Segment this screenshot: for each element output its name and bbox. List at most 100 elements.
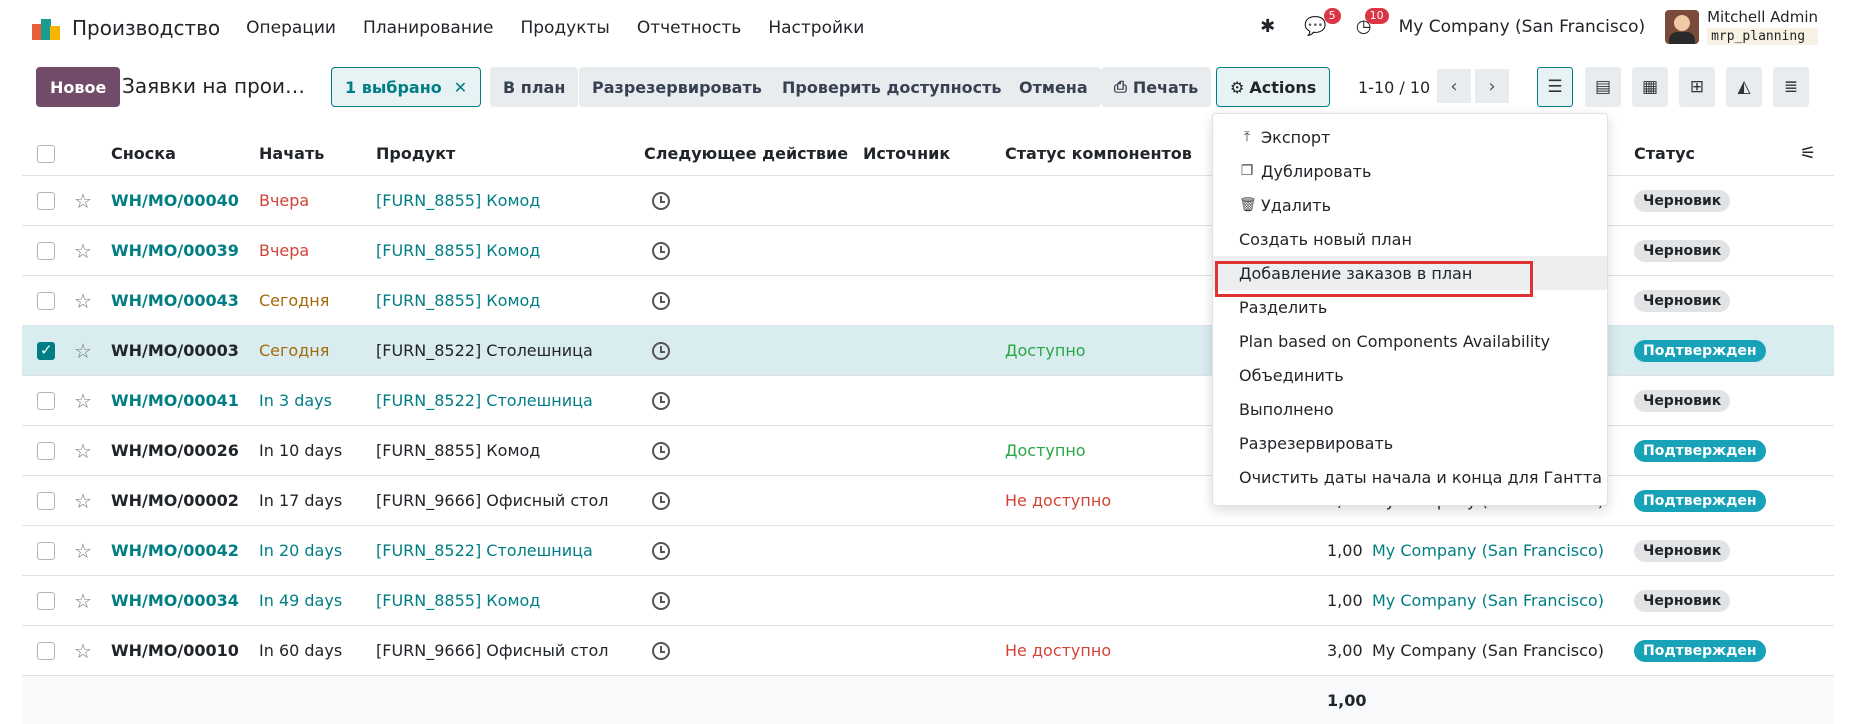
- row-checkbox[interactable]: [37, 241, 55, 260]
- clear-selection-icon[interactable]: ✕: [454, 78, 467, 97]
- selected-count-button[interactable]: 1 выбрано ✕: [331, 67, 482, 107]
- col-source[interactable]: Источник: [863, 132, 950, 175]
- menu-settings[interactable]: Настройки: [768, 18, 864, 38]
- action-item-3[interactable]: Создать новый план: [1213, 222, 1607, 256]
- col-components-status[interactable]: Статус компонентов: [1005, 132, 1192, 175]
- action-item-0[interactable]: ⤒ Экспорт: [1213, 120, 1607, 154]
- star-icon[interactable]: ☆: [74, 526, 92, 575]
- row-product[interactable]: [FURN_8855] Комод: [376, 276, 540, 325]
- actions-button[interactable]: ⚙ Actions: [1216, 67, 1331, 107]
- action-item-7[interactable]: Объединить: [1213, 358, 1607, 392]
- col-reference[interactable]: Сноска: [111, 132, 176, 175]
- row-reference[interactable]: WH/MO/00040: [111, 176, 239, 225]
- action-item-6[interactable]: Plan based on Components Availability: [1213, 324, 1607, 358]
- user-menu[interactable]: Mitchell Admin mrp_planning: [1707, 8, 1818, 45]
- cancel-button[interactable]: Отмена: [1006, 67, 1101, 107]
- activity-clock-icon[interactable]: [652, 291, 670, 310]
- row-product[interactable]: [FURN_8855] Комод: [376, 226, 540, 275]
- row-product[interactable]: [FURN_8522] Столешница: [376, 376, 593, 425]
- activity-clock-icon[interactable]: [652, 541, 670, 560]
- action-label: Выполнено: [1239, 399, 1334, 419]
- company-switcher[interactable]: My Company (San Francisco): [1399, 17, 1645, 37]
- row-checkbox[interactable]: [37, 491, 55, 510]
- graph-view-icon[interactable]: ◭: [1726, 67, 1762, 107]
- row-checkbox[interactable]: [37, 391, 55, 410]
- row-checkbox[interactable]: [37, 191, 55, 210]
- row-reference[interactable]: WH/MO/00041: [111, 376, 239, 425]
- action-item-1[interactable]: ❐ Дублировать: [1213, 154, 1607, 188]
- activity-clock-icon[interactable]: [652, 491, 670, 510]
- table-row[interactable]: ☆ WH/MO/00010 In 60 days [FURN_9666] Офисны…: [22, 626, 1834, 676]
- table-row[interactable]: ☆ WH/MO/00042 In 20 days [FURN_8522] Столеш…: [22, 526, 1834, 576]
- debug-bug-icon[interactable]: ✱: [1255, 14, 1281, 40]
- plan-button[interactable]: В план: [490, 67, 579, 107]
- calendar-view-icon[interactable]: ▦: [1632, 67, 1668, 107]
- pager-value[interactable]: 1-10 / 10: [1358, 78, 1430, 97]
- row-reference[interactable]: WH/MO/00043: [111, 276, 239, 325]
- col-product[interactable]: Продукт: [376, 132, 455, 175]
- menu-planning[interactable]: Планирование: [363, 18, 493, 38]
- star-icon[interactable]: ☆: [74, 376, 92, 425]
- row-product[interactable]: [FURN_8855] Комод: [376, 576, 540, 625]
- star-icon[interactable]: ☆: [74, 476, 92, 525]
- row-reference[interactable]: WH/MO/00026: [111, 426, 239, 475]
- menu-operations[interactable]: Операции: [246, 18, 336, 38]
- gantt-view-icon[interactable]: ≣: [1773, 67, 1809, 107]
- activity-clock-icon[interactable]: [652, 391, 670, 410]
- activity-clock-icon[interactable]: [652, 241, 670, 260]
- col-start[interactable]: Начать: [259, 132, 324, 175]
- star-icon[interactable]: ☆: [74, 426, 92, 475]
- star-icon[interactable]: ☆: [74, 226, 92, 275]
- select-all-checkbox[interactable]: [37, 144, 55, 163]
- app-brand[interactable]: Производство: [32, 16, 220, 40]
- pivot-view-icon[interactable]: ⊞: [1679, 67, 1715, 107]
- activity-clock-icon[interactable]: [652, 441, 670, 460]
- action-item-10[interactable]: Очистить даты начала и конца для Гантта: [1213, 460, 1607, 494]
- new-button[interactable]: Новое: [36, 67, 121, 107]
- messages-icon[interactable]: 💬 5: [1303, 7, 1341, 40]
- menu-reporting[interactable]: Отчетность: [637, 18, 741, 38]
- star-icon[interactable]: ☆: [74, 626, 92, 675]
- star-icon[interactable]: ☆: [74, 276, 92, 325]
- menu-products[interactable]: Продукты: [520, 18, 609, 38]
- table-row[interactable]: ☆ WH/MO/00034 In 49 days [FURN_8855] Комод 1…: [22, 576, 1834, 626]
- pager-next-icon[interactable]: ›: [1475, 69, 1509, 103]
- activities-clock-icon[interactable]: ◷ 10: [1351, 7, 1389, 40]
- kanban-view-icon[interactable]: ▤: [1585, 67, 1621, 107]
- action-item-8[interactable]: Выполнено: [1213, 392, 1607, 426]
- row-checkbox[interactable]: [37, 291, 55, 310]
- col-status[interactable]: Статус: [1634, 132, 1695, 175]
- user-name: Mitchell Admin: [1707, 8, 1818, 26]
- col-next-activity[interactable]: Следующее действие: [644, 132, 848, 175]
- pager-previous-icon[interactable]: ‹: [1437, 69, 1471, 103]
- row-product[interactable]: [FURN_8855] Комод: [376, 176, 540, 225]
- row-reference[interactable]: WH/MO/00034: [111, 576, 239, 625]
- print-button[interactable]: ⎙ Печать: [1101, 67, 1212, 107]
- activity-clock-icon[interactable]: [652, 191, 670, 210]
- activity-clock-icon[interactable]: [652, 641, 670, 660]
- row-checkbox[interactable]: [37, 441, 55, 460]
- action-item-2[interactable]: 🗑 Удалить: [1213, 188, 1607, 222]
- row-checkbox[interactable]: [37, 341, 55, 360]
- row-reference[interactable]: WH/MO/00039: [111, 226, 239, 275]
- row-quantity: 1,00: [1327, 591, 1363, 610]
- row-checkbox[interactable]: [37, 541, 55, 560]
- activity-clock-icon[interactable]: [652, 591, 670, 610]
- row-checkbox[interactable]: [37, 641, 55, 660]
- check-availability-button[interactable]: Проверить доступность: [769, 67, 1015, 107]
- row-reference[interactable]: WH/MO/00003: [111, 326, 239, 375]
- star-icon[interactable]: ☆: [74, 176, 92, 225]
- avatar[interactable]: [1665, 9, 1700, 44]
- row-reference[interactable]: WH/MO/00002: [111, 476, 239, 525]
- row-product[interactable]: [FURN_8522] Столешница: [376, 526, 593, 575]
- list-view-icon[interactable]: ☰: [1537, 67, 1573, 107]
- unreserve-button[interactable]: Разрезервировать: [579, 67, 775, 107]
- activity-clock-icon[interactable]: [652, 341, 670, 360]
- row-checkbox[interactable]: [37, 591, 55, 610]
- star-icon[interactable]: ☆: [74, 576, 92, 625]
- column-settings-icon[interactable]: ⚟: [1800, 132, 1816, 175]
- row-reference[interactable]: WH/MO/00042: [111, 526, 239, 575]
- star-icon[interactable]: ☆: [74, 326, 92, 375]
- action-item-9[interactable]: Разрезервировать: [1213, 426, 1607, 460]
- row-reference[interactable]: WH/MO/00010: [111, 626, 239, 675]
